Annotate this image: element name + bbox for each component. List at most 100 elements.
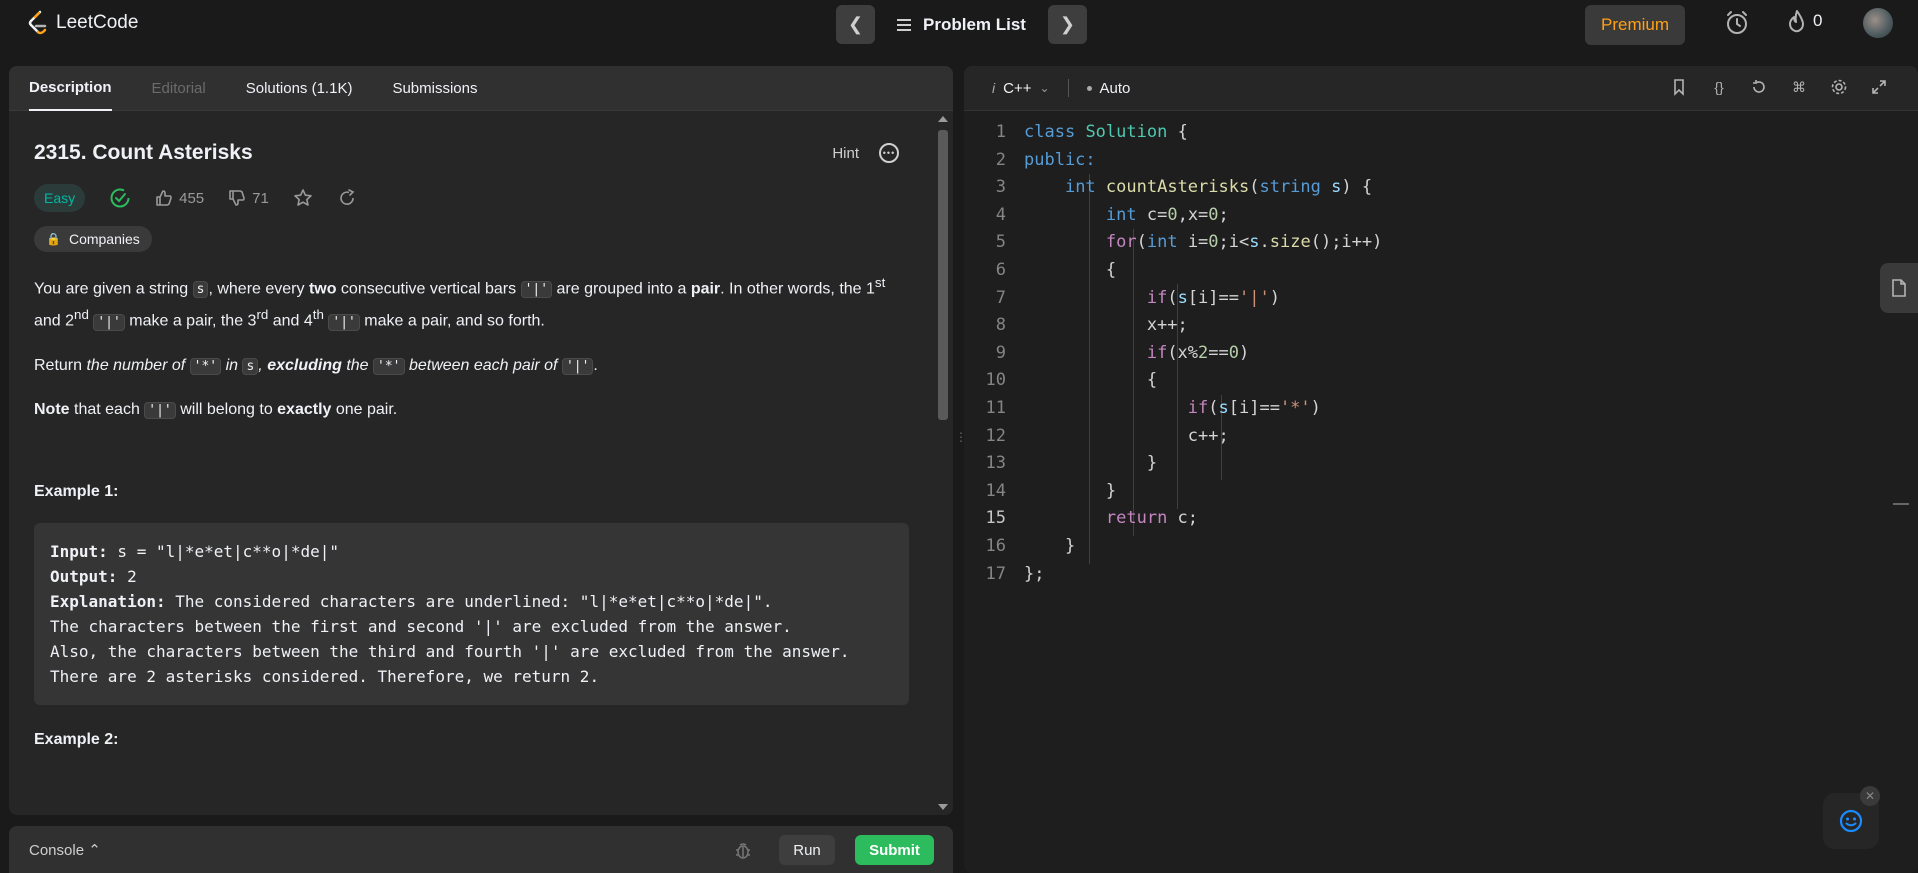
tab-solutions[interactable]: Solutions (1.1K) bbox=[246, 66, 353, 111]
settings-gear-icon[interactable] bbox=[1830, 78, 1848, 96]
code-line: 10 { bbox=[985, 370, 1158, 391]
editor-toolbar: i C++ ⌄ Auto {} ⌘ bbox=[964, 66, 1918, 111]
code-line: 3 int countAsterisks(string s) { bbox=[995, 177, 1373, 198]
code-line: 16 } bbox=[985, 535, 1076, 556]
autocomplete-mode[interactable]: Auto bbox=[1086, 79, 1131, 97]
tab-submissions[interactable]: Submissions bbox=[392, 66, 477, 111]
code-line: 5 for(int i=0;i<s.size();i++) bbox=[995, 232, 1383, 253]
debug-bug-icon[interactable] bbox=[733, 840, 753, 860]
language-select[interactable]: i C++ ⌄ bbox=[992, 80, 1050, 97]
list-icon bbox=[897, 18, 911, 31]
expand-icon[interactable] bbox=[1870, 78, 1888, 96]
bookmark-icon[interactable] bbox=[1670, 78, 1688, 96]
info-icon: i bbox=[992, 80, 996, 96]
description-scrollbar[interactable] bbox=[935, 112, 951, 814]
scroll-down-arrow[interactable] bbox=[938, 804, 948, 810]
example-1-title: Example 1: bbox=[34, 482, 119, 500]
problem-title[interactable]: 2315. Count Asterisks bbox=[34, 141, 253, 165]
hint-button[interactable]: Hint bbox=[832, 145, 859, 162]
code-line: 13 } bbox=[985, 453, 1158, 474]
dislike-button[interactable]: 71 bbox=[228, 189, 269, 207]
console-bar: Console ⌃ Run Submit bbox=[9, 826, 953, 873]
description-paragraph-3: Note that each '|' will belong to exactl… bbox=[34, 400, 398, 419]
solved-check-icon bbox=[110, 188, 130, 208]
code-line: 7 if(s[i]=='|') bbox=[995, 287, 1280, 308]
like-button[interactable]: 455 bbox=[155, 189, 204, 207]
toolbar-divider bbox=[1067, 79, 1069, 97]
top-bar: LeetCode ❮ Problem List ❯ Premium 0 bbox=[0, 0, 1918, 48]
code-line: 2 public: bbox=[995, 149, 1096, 170]
description-panel: Description Editorial Solutions (1.1K) S… bbox=[9, 66, 953, 815]
example-2-title: Example 2: bbox=[34, 730, 119, 748]
thumbs-down-icon bbox=[229, 190, 245, 206]
chevron-up-icon: ⌃ bbox=[88, 841, 101, 859]
description-tabs: Description Editorial Solutions (1.1K) S… bbox=[9, 66, 953, 111]
side-notes-tab[interactable] bbox=[1880, 263, 1918, 313]
example-1-box: Input: s = "l|*e*et|c**o|*de|" Output: 2… bbox=[34, 522, 909, 705]
dislike-count: 71 bbox=[252, 189, 269, 207]
code-editor-panel: i C++ ⌄ Auto {} ⌘ 1 class Solution { 2 pub… bbox=[964, 66, 1918, 873]
description-paragraph-1: You are given a string s, where every tw… bbox=[34, 275, 886, 331]
star-icon[interactable] bbox=[293, 188, 313, 208]
problem-list-label: Problem List bbox=[923, 14, 1026, 34]
chevron-right-icon: ❯ bbox=[1059, 14, 1076, 34]
console-toggle[interactable]: Console ⌃ bbox=[29, 841, 101, 859]
document-icon bbox=[1892, 279, 1906, 297]
premium-button[interactable]: Premium bbox=[1585, 5, 1685, 45]
code-line: 14 } bbox=[985, 480, 1117, 501]
command-icon[interactable]: ⌘ bbox=[1790, 78, 1808, 96]
description-paragraph-2: Return the number of '*' in s, excluding… bbox=[34, 356, 598, 375]
mode-dot bbox=[1086, 85, 1092, 91]
problem-meta: Easy 455 71 bbox=[34, 184, 909, 212]
language-label: C++ bbox=[1003, 79, 1032, 97]
tab-description[interactable]: Description bbox=[29, 66, 112, 111]
title-actions: Hint ••• bbox=[832, 143, 899, 163]
companies-tag[interactable]: 🔒 Companies bbox=[34, 226, 152, 252]
thumbs-up-icon bbox=[156, 190, 172, 206]
companies-label: Companies bbox=[68, 231, 140, 247]
minimap-cursor-marker bbox=[1893, 503, 1909, 505]
code-line: 4 int c=0,x=0; bbox=[995, 204, 1229, 225]
more-options-icon[interactable]: ••• bbox=[879, 143, 899, 163]
run-button[interactable]: Run bbox=[779, 835, 835, 865]
submit-button[interactable]: Submit bbox=[855, 835, 934, 865]
tab-editorial[interactable]: Editorial bbox=[152, 66, 206, 111]
scroll-thumb[interactable] bbox=[938, 130, 948, 420]
problem-list-button[interactable]: Problem List bbox=[885, 5, 1038, 44]
editor-tools: {} ⌘ bbox=[1670, 78, 1888, 96]
code-line: 17}; bbox=[985, 563, 1045, 584]
scroll-up-arrow[interactable] bbox=[938, 116, 948, 122]
mode-label: Auto bbox=[1099, 79, 1131, 97]
problem-navigation: ❮ Problem List ❯ bbox=[836, 5, 1087, 44]
code-line: 1 class Solution { bbox=[995, 122, 1188, 142]
code-area[interactable]: 1 class Solution { 2 public: 3 int countAs… bbox=[964, 119, 1383, 588]
chat-close-icon[interactable]: ✕ bbox=[1860, 786, 1880, 806]
leetcode-logo[interactable]: LeetCode bbox=[26, 10, 138, 36]
panel-resize-handle[interactable]: ⋮ bbox=[955, 430, 967, 450]
prev-problem-button[interactable]: ❮ bbox=[836, 5, 875, 44]
reset-icon[interactable] bbox=[1750, 78, 1768, 96]
streak-counter[interactable]: 0 bbox=[1787, 9, 1822, 33]
code-line: 9 if(x%2==0) bbox=[995, 342, 1250, 363]
code-line: 8 x++; bbox=[995, 315, 1188, 336]
flame-icon bbox=[1789, 10, 1804, 33]
lock-icon: 🔒 bbox=[46, 232, 61, 246]
leetcode-logo-icon bbox=[28, 10, 47, 35]
alarm-clock-icon[interactable] bbox=[1723, 9, 1751, 37]
problem-content: 2315. Count Asterisks Hint ••• Easy 455 bbox=[9, 111, 934, 815]
code-line: 6 { bbox=[995, 259, 1117, 280]
chevron-left-icon: ❮ bbox=[847, 14, 864, 34]
title-row: 2315. Count Asterisks Hint ••• bbox=[34, 133, 909, 173]
chat-smile-icon bbox=[1839, 809, 1863, 833]
streak-count: 0 bbox=[1813, 11, 1823, 30]
code-line: 15 return c; bbox=[985, 508, 1199, 529]
difficulty-badge: Easy bbox=[34, 184, 86, 212]
user-avatar[interactable] bbox=[1863, 8, 1893, 38]
next-problem-button[interactable]: ❯ bbox=[1047, 5, 1087, 44]
like-count: 455 bbox=[179, 189, 205, 207]
code-line: 11 if(s[i]=='*') bbox=[985, 397, 1321, 418]
logo-text: LeetCode bbox=[56, 12, 139, 33]
chevron-down-icon: ⌄ bbox=[1039, 81, 1050, 95]
share-icon[interactable] bbox=[337, 188, 357, 208]
format-braces-icon[interactable]: {} bbox=[1710, 78, 1728, 96]
